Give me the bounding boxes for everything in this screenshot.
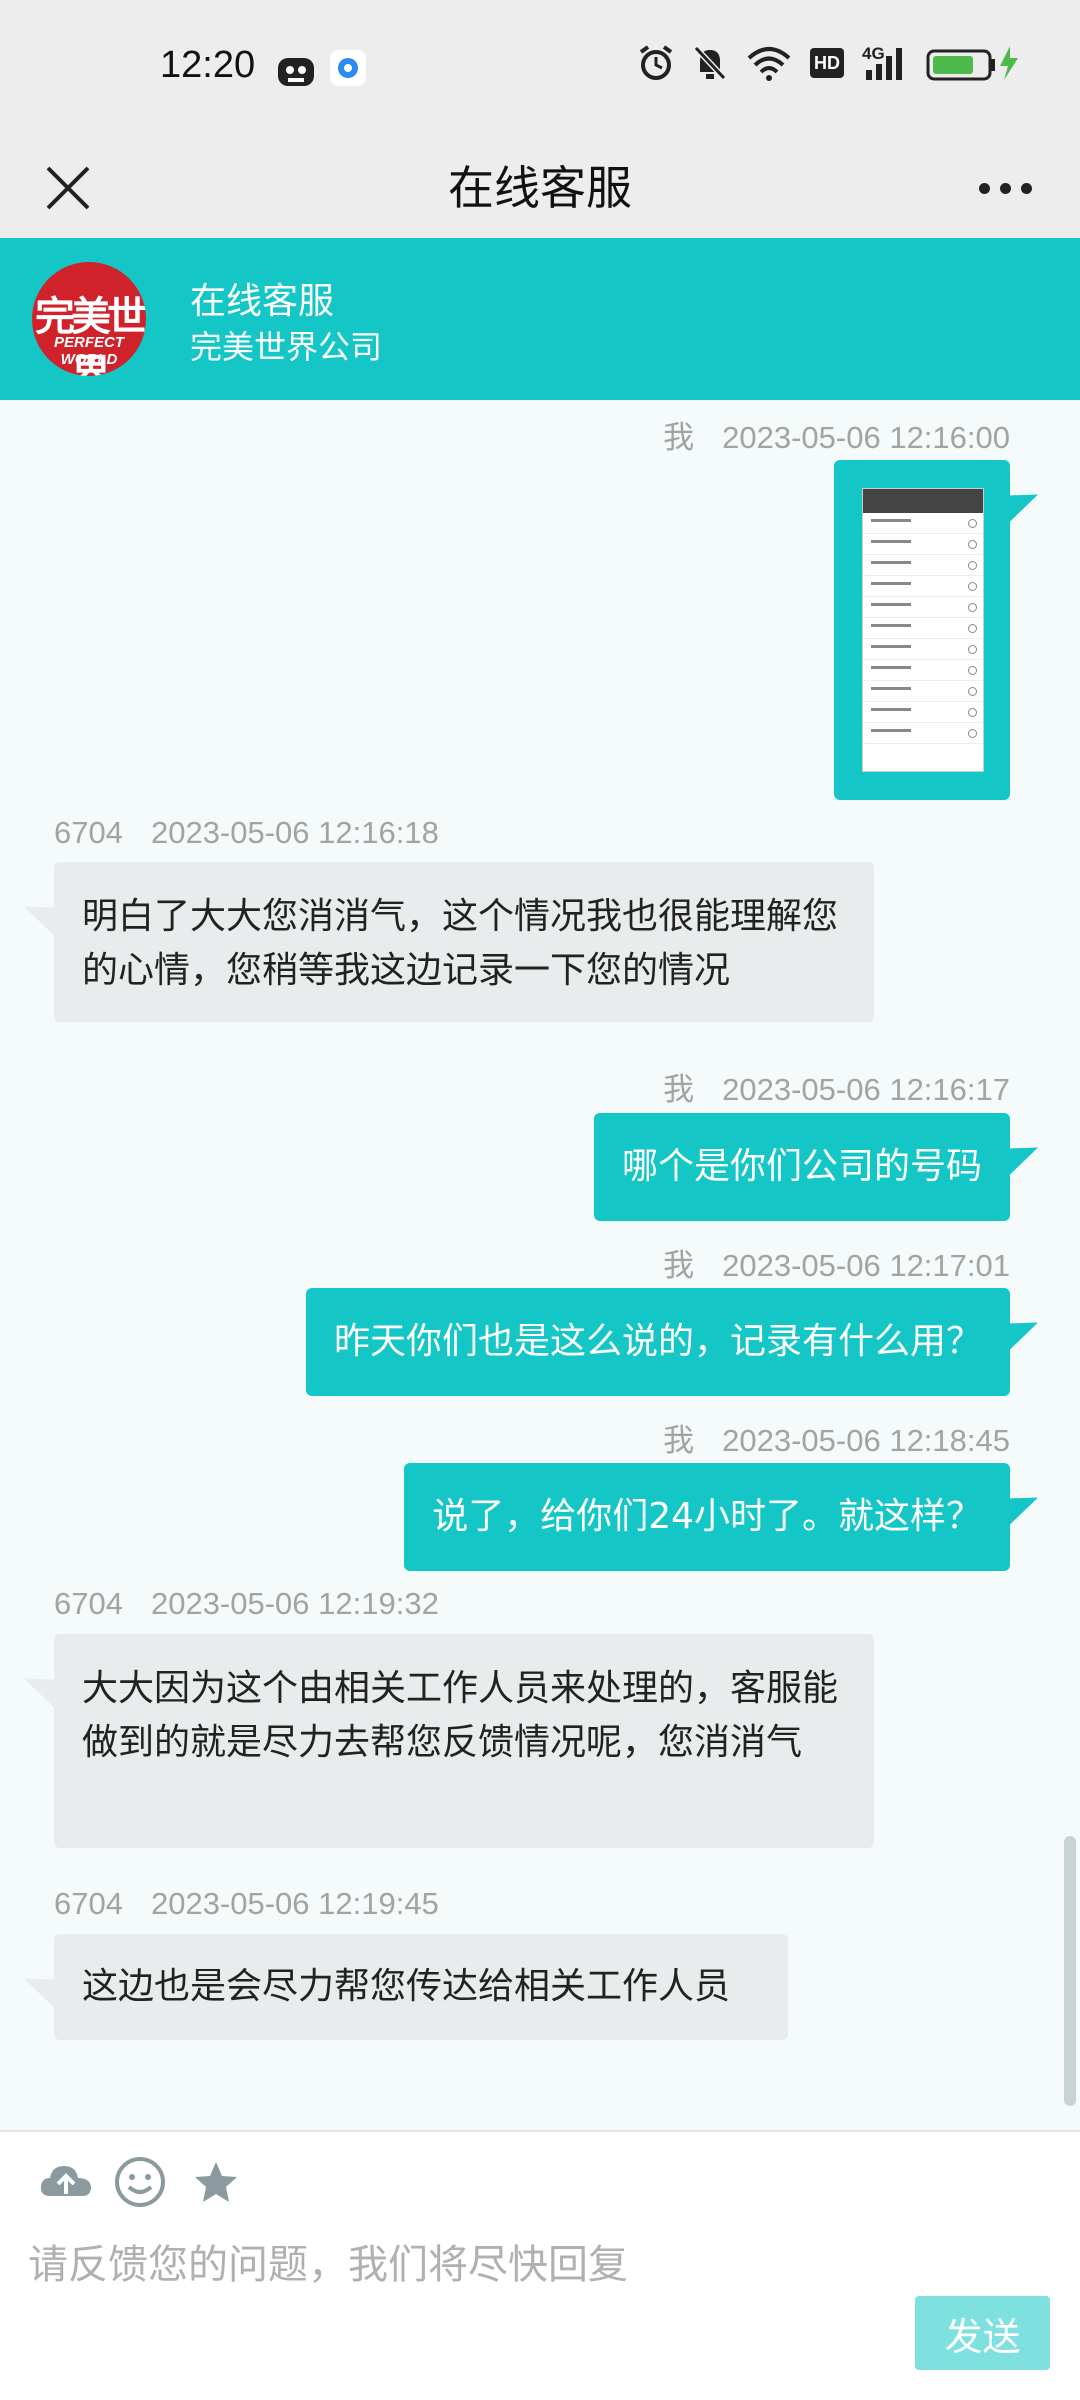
status-time: 12:20 bbox=[160, 44, 256, 86]
status-bar: 12:20 HD 4G bbox=[0, 0, 1080, 138]
message-meta: 6704 2023-05-06 12:19:45 bbox=[54, 1886, 439, 1922]
outgoing-message: 说了，给你们24小时了。就这样？ bbox=[404, 1463, 1010, 1571]
screenshot-thumbnail bbox=[862, 488, 984, 772]
signal-icon: 4G bbox=[862, 44, 908, 82]
incoming-message: 这边也是会尽力帮您传达给相关工作人员 bbox=[54, 1934, 788, 2040]
app-notification-icon bbox=[278, 58, 314, 86]
message-sender: 6704 bbox=[54, 815, 123, 850]
message-time: 2023-05-06 12:18:45 bbox=[722, 1423, 1010, 1458]
upload-icon bbox=[40, 2166, 91, 2196]
agent-header: 完美世界 PERFECT WORLD 在线客服 完美世界公司 bbox=[0, 238, 1080, 400]
agent-name: 在线客服 bbox=[190, 281, 335, 322]
message-sender: 我 bbox=[663, 1423, 695, 1458]
mute-icon bbox=[693, 45, 727, 81]
message-sender: 我 bbox=[663, 1072, 695, 1107]
image-message[interactable] bbox=[834, 460, 1010, 800]
star-icon bbox=[195, 2162, 237, 2202]
more-icon bbox=[978, 182, 990, 194]
battery-icon bbox=[926, 46, 1018, 81]
message-sender: 我 bbox=[663, 1248, 695, 1283]
favorite-button[interactable] bbox=[186, 2152, 246, 2212]
message-meta: 我 2023-05-06 12:18:45 bbox=[663, 1415, 1010, 1460]
outgoing-message: 昨天你们也是这么说的，记录有什么用？ bbox=[305, 1288, 1010, 1396]
incoming-message: 明白了大大您消消气，这个情况我也很能理解您的心情，您稍等我这边记录一下您的情况 bbox=[54, 862, 874, 1022]
message-sender: 6704 bbox=[54, 1886, 123, 1921]
incoming-message: 大大因为这个由相关工作人员来处理的，客服能做到的就是尽力去帮您反馈情况呢，您消消… bbox=[54, 1634, 874, 1848]
outgoing-message: 哪个是你们公司的号码 bbox=[593, 1113, 1010, 1221]
send-button[interactable]: 发送 bbox=[915, 2296, 1050, 2370]
status-icons: HD 4G bbox=[638, 44, 1020, 82]
company-logo: 完美世界 PERFECT WORLD bbox=[32, 262, 146, 376]
emoji-button[interactable] bbox=[110, 2152, 170, 2212]
message-meta: 6704 2023-05-06 12:19:32 bbox=[54, 1586, 439, 1622]
more-button[interactable] bbox=[960, 148, 1050, 228]
message-sender: 6704 bbox=[54, 1586, 123, 1621]
wifi-icon bbox=[747, 47, 791, 81]
emoji-icon bbox=[115, 2157, 165, 2207]
chat-scrollbar[interactable] bbox=[1064, 1836, 1076, 2106]
message-meta: 我 2023-05-06 12:17:01 bbox=[663, 1240, 1010, 1285]
hd-badge: HD bbox=[810, 48, 844, 78]
message-time: 2023-05-06 12:16:18 bbox=[150, 815, 439, 850]
message-meta: 我 2023-05-06 12:16:00 bbox=[663, 412, 1010, 457]
title-bar: 在线客服 bbox=[0, 138, 1080, 238]
message-time: 2023-05-06 12:16:00 bbox=[722, 420, 1010, 455]
logo-sub-text: PERFECT WORLD bbox=[53, 334, 124, 368]
message-time: 2023-05-06 12:17:01 bbox=[722, 1248, 1010, 1283]
message-input[interactable] bbox=[28, 2230, 908, 2300]
agent-company: 完美世界公司 bbox=[190, 328, 383, 366]
page-title: 在线客服 bbox=[448, 161, 632, 215]
message-time: 2023-05-06 12:19:32 bbox=[150, 1586, 439, 1621]
message-meta: 6704 2023-05-06 12:16:18 bbox=[54, 815, 439, 851]
message-time: 2023-05-06 12:16:17 bbox=[722, 1072, 1010, 1107]
message-sender: 我 bbox=[663, 420, 695, 455]
message-time: 2023-05-06 12:19:45 bbox=[150, 1886, 439, 1921]
upload-button[interactable] bbox=[36, 2152, 96, 2212]
alarm-icon bbox=[639, 45, 673, 80]
browser-notification-icon bbox=[330, 50, 366, 86]
message-meta: 我 2023-05-06 12:16:17 bbox=[663, 1064, 1010, 1109]
